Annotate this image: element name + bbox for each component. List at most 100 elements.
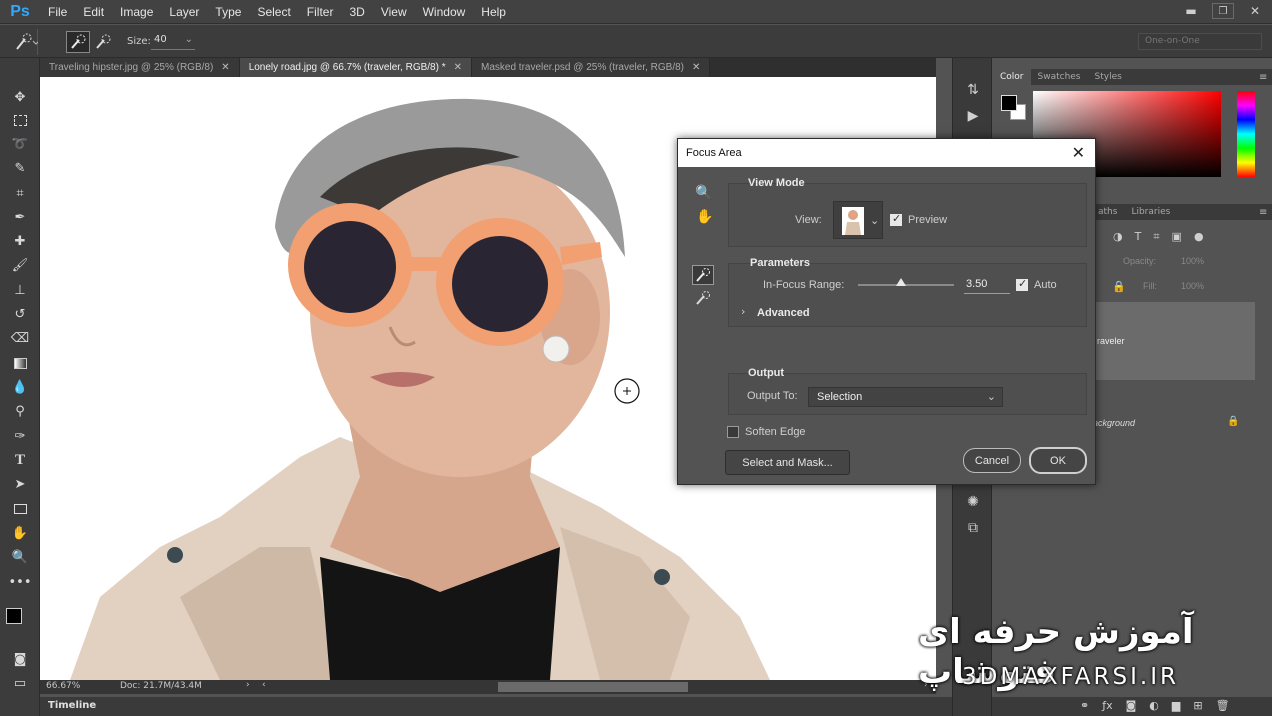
crop-tool-icon[interactable]: ⌗ [8, 182, 32, 204]
close-icon[interactable]: ✕ [221, 62, 229, 73]
menu-type[interactable]: Type [207, 0, 249, 24]
output-to-select[interactable]: Selection ⌄ [808, 387, 1003, 407]
tab-color[interactable]: Color [993, 69, 1031, 85]
focus-area-subtract-tool[interactable] [693, 289, 713, 307]
cancel-button[interactable]: Cancel [963, 448, 1021, 473]
preview-checkbox[interactable] [890, 212, 902, 226]
new-layer-icon[interactable]: ⊞ [1193, 699, 1202, 713]
smart-object-filter-icon[interactable]: ▣ [1172, 230, 1182, 244]
link-icon[interactable]: ⚭ [1080, 699, 1089, 713]
close-icon[interactable]: ✕ [454, 62, 462, 73]
pen-tool-icon[interactable]: ✑ [8, 425, 32, 447]
foreground-color-swatch[interactable] [6, 608, 22, 624]
select-and-mask-button[interactable]: Select and Mask... [725, 450, 850, 475]
trash-icon[interactable]: 🗑 [1216, 699, 1230, 713]
filter-toggle-icon[interactable]: ● [1194, 230, 1204, 244]
tab-paths[interactable]: aths [1091, 204, 1124, 220]
blur-tool-icon[interactable]: 💧 [8, 376, 32, 398]
layer-row-background[interactable]: ackground 🔒 [1093, 394, 1255, 454]
tab-masked-traveler[interactable]: Masked traveler.psd @ 25% (traveler, RGB… [472, 58, 711, 77]
menu-window[interactable]: Window [415, 0, 474, 24]
dodge-tool-icon[interactable]: ⚲ [8, 400, 32, 422]
opacity-value[interactable]: 100% [1181, 256, 1204, 266]
soften-edge-checkbox[interactable] [727, 426, 739, 438]
menu-layer[interactable]: Layer [161, 0, 207, 24]
zoom-level[interactable]: 66.67% [46, 681, 80, 691]
folder-icon[interactable]: ▆ [1172, 699, 1180, 713]
stamp-tool-icon[interactable]: ⊥ [8, 279, 32, 301]
tab-swatches[interactable]: Swatches [1031, 69, 1088, 85]
menu-filter[interactable]: Filter [299, 0, 342, 24]
ok-button[interactable]: OK [1029, 447, 1087, 474]
adjustment-filter-icon[interactable]: ◑ [1113, 230, 1123, 244]
path-selection-tool-icon[interactable]: ➤ [8, 473, 32, 495]
zoom-tool-icon[interactable]: 🔍 [8, 546, 32, 568]
panel-menu-icon[interactable]: ≡ [1259, 207, 1267, 218]
eyedropper-tool-icon[interactable]: ✒ [8, 206, 32, 228]
menu-help[interactable]: Help [473, 0, 514, 24]
chevron-right-icon[interactable]: › [741, 305, 745, 318]
menu-select[interactable]: Select [249, 0, 298, 24]
shape-filter-icon[interactable]: ⌗ [1153, 230, 1159, 244]
brush-tool-icon[interactable]: 🖌 [8, 254, 32, 276]
panel-menu-icon[interactable]: ≡ [1259, 72, 1267, 83]
hand-tool-icon[interactable]: ✋ [8, 522, 32, 544]
hand-icon[interactable]: ✋ [696, 209, 713, 225]
minimize-icon[interactable]: ▬ [1174, 0, 1208, 22]
size-input[interactable]: 40 ⌄ [151, 34, 195, 50]
gradient-tool-icon[interactable] [8, 352, 32, 374]
close-icon[interactable]: ✕ [692, 62, 700, 73]
move-tool-icon[interactable]: ✥ [8, 86, 32, 108]
auto-checkbox[interactable] [1016, 277, 1028, 291]
in-focus-range-input[interactable]: 3.50 [964, 277, 1010, 294]
layer-row-traveler[interactable]: raveler [1093, 302, 1255, 380]
fx-icon[interactable]: ƒx [1102, 699, 1112, 713]
menu-3d[interactable]: 3D [341, 0, 372, 24]
timeline-tab[interactable]: Timeline [48, 700, 96, 711]
view-mode-select[interactable]: ⌄ [833, 201, 883, 239]
rectangle-tool-icon[interactable] [8, 498, 32, 520]
menu-view[interactable]: View [373, 0, 415, 24]
screen-mode-icon[interactable]: ▭ [8, 672, 32, 694]
quick-selection-tool-icon[interactable]: ✎ [8, 157, 32, 179]
tab-libraries[interactable]: Libraries [1124, 204, 1177, 220]
fill-value[interactable]: 100% [1181, 281, 1204, 291]
subtract-brush-mode-button[interactable] [93, 32, 115, 52]
workspace-select[interactable]: One-on-One [1138, 33, 1262, 50]
chevron-right-icon[interactable]: › [246, 680, 250, 690]
type-filter-icon[interactable]: T [1135, 230, 1142, 244]
restore-icon[interactable]: ❐ [1212, 3, 1234, 19]
history-icon[interactable]: ⇅ [963, 80, 983, 100]
type-tool-icon[interactable]: T [8, 449, 32, 471]
eraser-tool-icon[interactable]: ⌫ [8, 327, 32, 349]
lock-icon[interactable]: 🔒 [1112, 280, 1126, 293]
lasso-tool-icon[interactable]: ➰ [8, 133, 32, 155]
in-focus-range-slider[interactable] [858, 278, 954, 286]
hue-slider[interactable] [1237, 91, 1255, 177]
horizontal-scrollbar[interactable] [498, 682, 688, 692]
advanced-toggle[interactable]: Advanced [757, 307, 810, 319]
focus-area-add-tool[interactable] [692, 265, 714, 285]
brush-settings-icon[interactable]: ✺ [963, 492, 983, 512]
history-brush-tool-icon[interactable]: ↺ [8, 303, 32, 325]
menu-edit[interactable]: Edit [75, 0, 112, 24]
menu-image[interactable]: Image [112, 0, 161, 24]
clone-source-icon[interactable]: ⧉ [963, 518, 983, 538]
tab-styles[interactable]: Styles [1088, 69, 1129, 85]
marquee-tool-icon[interactable] [8, 109, 32, 131]
mask-icon[interactable]: ◙ [1126, 699, 1137, 713]
tool-preset-picker[interactable] [8, 29, 40, 55]
tab-lonely-road[interactable]: Lonely road.jpg @ 66.7% (traveler, RGB/8… [239, 58, 472, 77]
menu-file[interactable]: File [40, 0, 75, 24]
close-icon[interactable]: ✕ [1072, 143, 1085, 163]
play-actions-icon[interactable]: ▶ [963, 106, 983, 126]
tab-traveling-hipster[interactable]: Traveling hipster.jpg @ 25% (RGB/8) ✕ [40, 58, 240, 77]
adjustment-icon[interactable]: ◐ [1149, 699, 1159, 713]
close-window-icon[interactable]: ✕ [1238, 0, 1272, 22]
quick-mask-icon[interactable]: ◙ [8, 648, 32, 670]
foreground-color-swatch[interactable] [1001, 95, 1017, 111]
more-tools-icon[interactable]: ••• [8, 571, 32, 593]
healing-tool-icon[interactable]: ✚ [8, 230, 32, 252]
scroll-left-icon[interactable]: ‹ [262, 680, 266, 690]
zoom-icon[interactable]: 🔍 [695, 185, 712, 201]
